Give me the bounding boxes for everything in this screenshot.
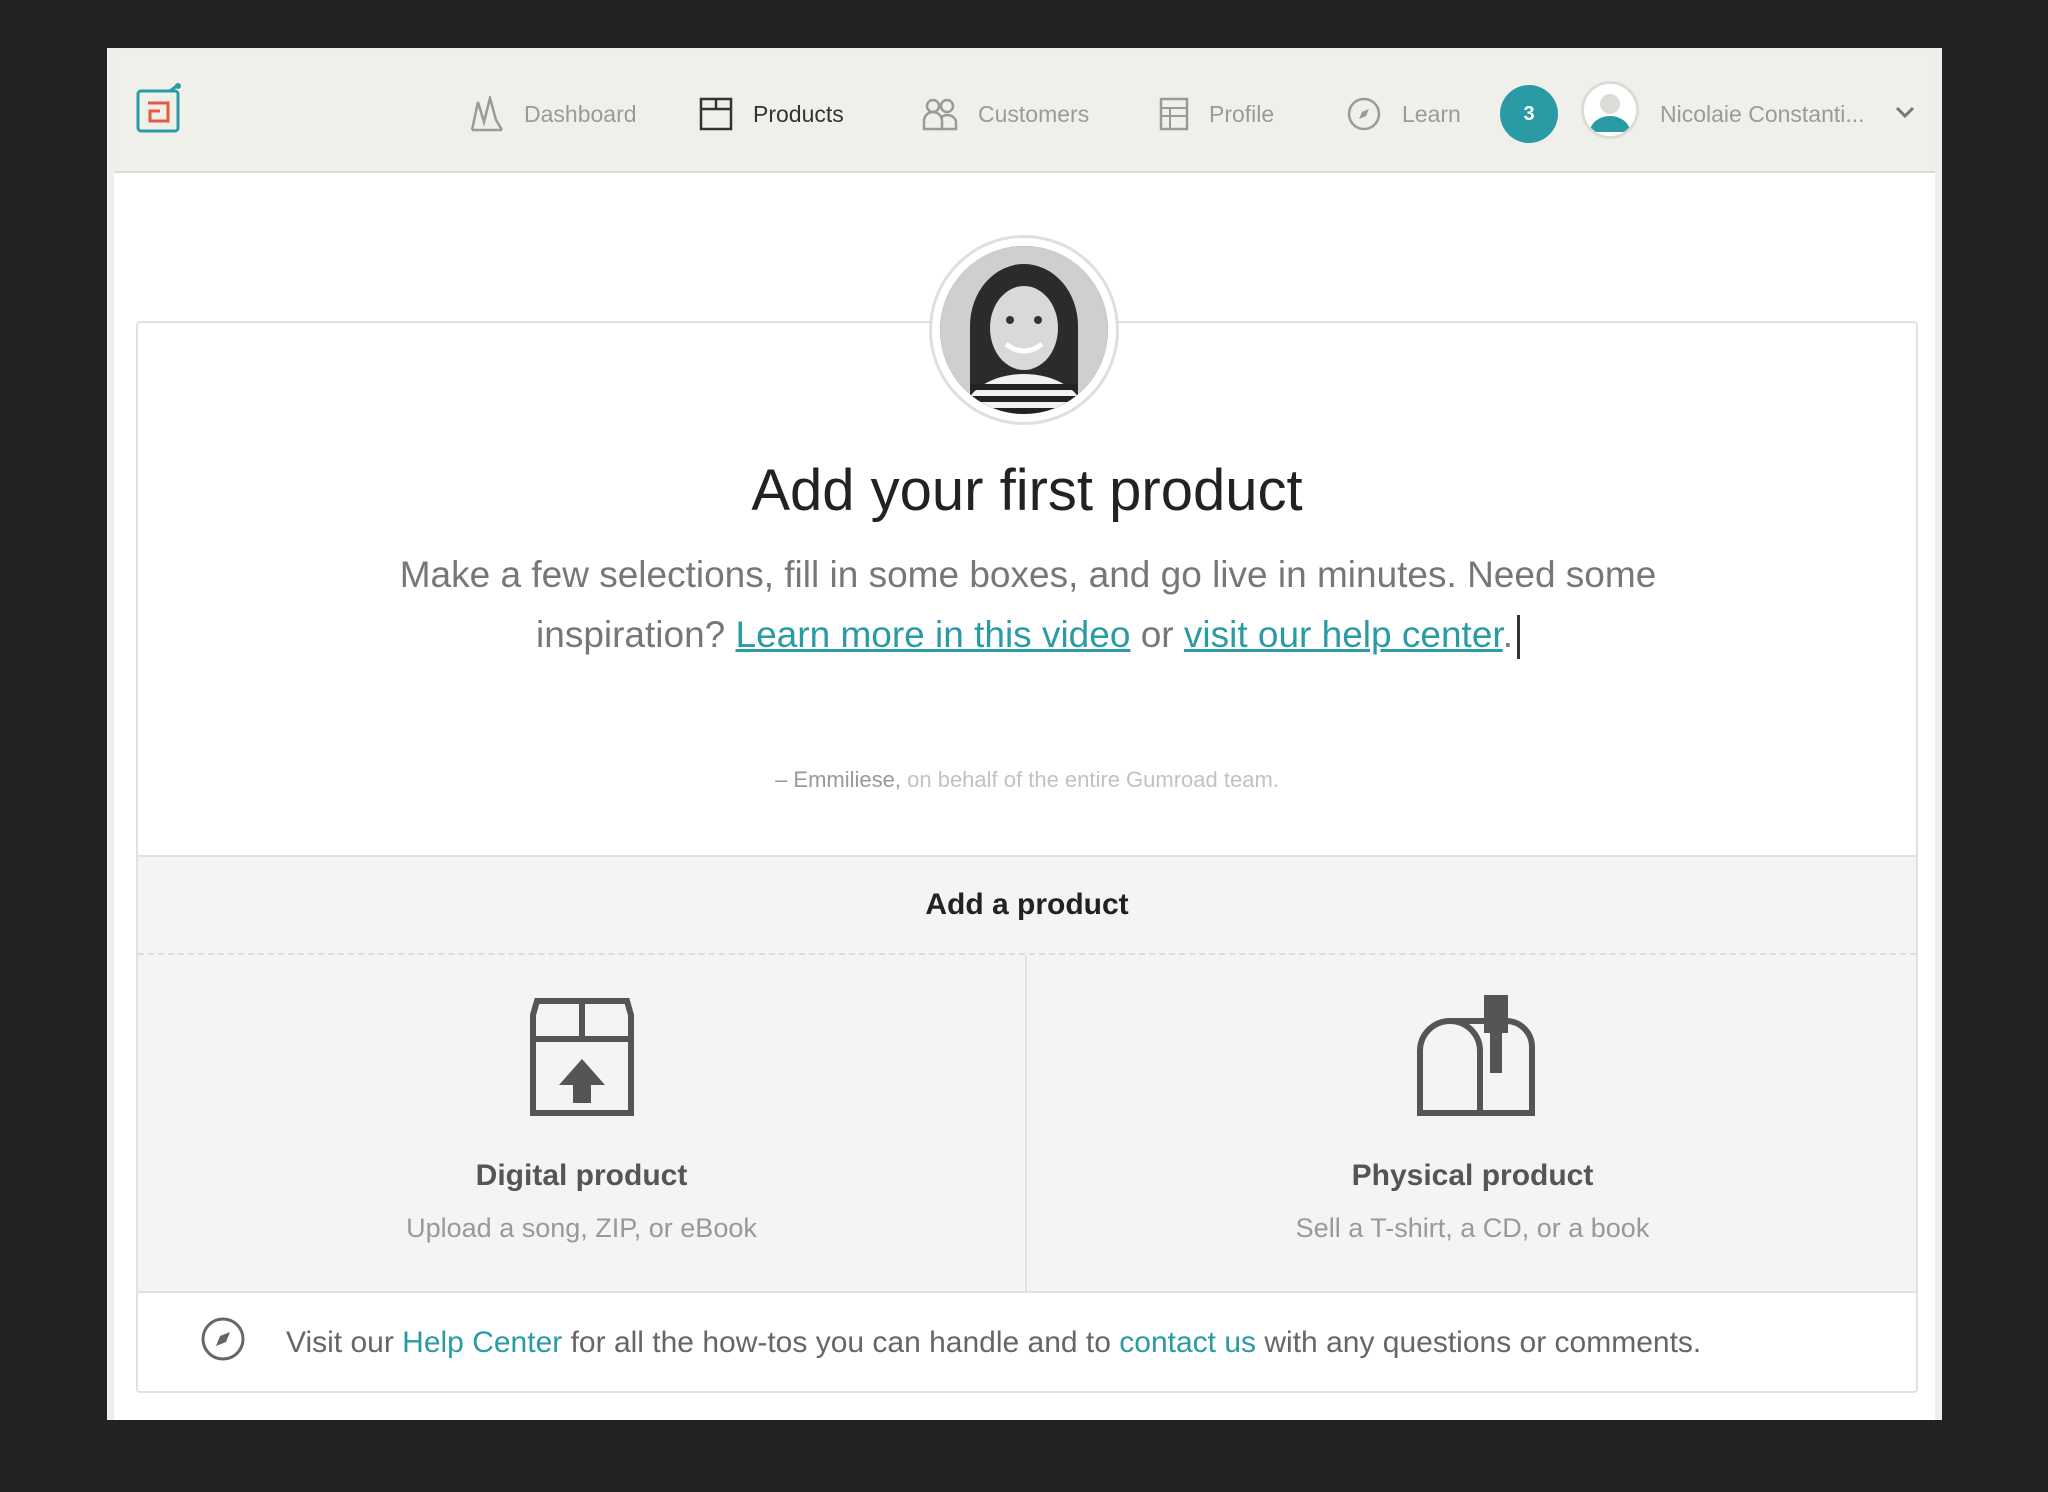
signature-rest: on behalf of the entire Gumroad team. — [907, 767, 1279, 792]
compass-icon — [200, 1316, 246, 1370]
nav-profile-label: Profile — [1209, 100, 1275, 127]
nav-learn-label: Learn — [1402, 100, 1461, 127]
period-text: . — [1502, 614, 1513, 655]
nav-customers-label: Customers — [978, 100, 1090, 127]
app-window: Dashboard Products Customers Profile Lea… — [107, 48, 1942, 1420]
chevron-down-icon[interactable] — [1895, 105, 1915, 124]
help-text-1: Visit our — [286, 1326, 394, 1359]
signature: – Emmiliese, on behalf of the entire Gum… — [138, 767, 1916, 793]
user-menu-name[interactable]: Nicolaie Constanti... — [1660, 55, 1865, 173]
products-icon — [699, 97, 733, 131]
physical-product-subtitle: Sell a T-shirt, a CD, or a book — [1295, 1213, 1650, 1243]
top-nav: Dashboard Products Customers Profile Lea… — [114, 55, 1935, 173]
help-text-2: for all the how-tos you can handle and t… — [570, 1326, 1111, 1359]
digital-product-title: Digital product — [475, 1159, 688, 1192]
physical-product-option[interactable]: Physical product Sell a T-shirt, a CD, o… — [1029, 955, 1916, 1293]
text-caret — [1516, 615, 1520, 660]
mailbox-icon — [1410, 991, 1536, 1122]
add-product-section: Add a product Digital product Upload a s… — [138, 855, 1916, 1293]
digital-product-subtitle: Upload a song, ZIP, or eBook — [406, 1213, 757, 1243]
help-center-link[interactable]: visit our help center — [1184, 614, 1503, 655]
dashboard-icon — [470, 96, 504, 132]
nav-learn[interactable]: Learn — [1346, 55, 1461, 173]
gumroad-logo-icon[interactable] — [136, 83, 182, 133]
intro-line-1: Make a few selections, fill in some boxe… — [399, 554, 1657, 595]
compass-icon — [1347, 97, 1381, 131]
digital-product-option[interactable]: Digital product Upload a song, ZIP, or e… — [138, 955, 1027, 1293]
intro-line-2: inspiration? — [536, 614, 726, 655]
add-product-heading: Add a product — [138, 857, 1916, 955]
nav-dashboard[interactable]: Dashboard — [470, 55, 637, 173]
notification-badge[interactable]: 3 — [1500, 85, 1558, 143]
page-title: Add your first product — [751, 458, 1303, 523]
profile-icon — [1159, 97, 1189, 131]
help-bar: Visit our Help Center for all the how-to… — [138, 1293, 1916, 1393]
contact-us-link[interactable]: contact us — [1119, 1326, 1256, 1360]
or-text: or — [1140, 614, 1174, 655]
team-member-avatar — [929, 235, 1119, 425]
signature-name: – Emmiliese, — [775, 767, 901, 792]
avatar[interactable] — [1581, 81, 1639, 139]
onboarding-card: Add your first product Make a few select… — [136, 321, 1918, 1393]
nav-products-label: Products — [753, 100, 844, 127]
nav-products[interactable]: Products — [699, 55, 844, 173]
nav-customers[interactable]: Customers — [922, 55, 1089, 173]
intro-text: Make a few selections, fill in some boxe… — [298, 545, 1758, 665]
customers-icon — [922, 98, 958, 131]
box-upload-icon — [519, 995, 645, 1126]
video-link[interactable]: Learn more in this video — [736, 614, 1131, 655]
nav-profile[interactable]: Profile — [1159, 55, 1274, 173]
help-text-3: with any questions or comments. — [1264, 1326, 1702, 1359]
physical-product-title: Physical product — [1351, 1159, 1594, 1192]
help-center-link[interactable]: Help Center — [402, 1326, 562, 1360]
nav-dashboard-label: Dashboard — [524, 100, 637, 127]
